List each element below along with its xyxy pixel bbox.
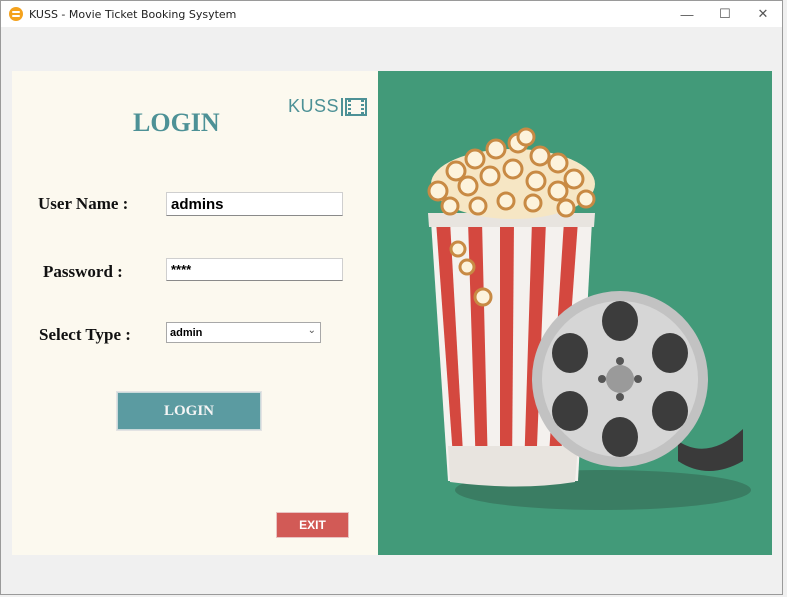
window-title: KUSS - Movie Ticket Booking Sysytem: [29, 7, 237, 21]
title-bar[interactable]: KUSS - Movie Ticket Booking Sysytem — ☐ …: [1, 1, 782, 27]
minimize-button[interactable]: —: [668, 1, 706, 27]
maximize-button[interactable]: ☐: [706, 1, 744, 27]
chevron-down-icon: ⌄: [307, 325, 316, 336]
username-input[interactable]: admins: [166, 192, 343, 216]
popcorn-film-illustration: [427, 127, 751, 510]
username-label: User Name :: [38, 194, 129, 213]
user-type-label: Select Type :: [39, 325, 131, 344]
film-icon: [345, 97, 368, 116]
password-label: Password :: [43, 262, 123, 281]
film-reel-icon: [532, 291, 743, 471]
main-content: LOGIN KUSS User Name : admins Password :…: [12, 71, 772, 555]
login-heading: LOGIN: [133, 108, 220, 137]
kuss-logo: KUSS: [288, 96, 368, 117]
app-icon: [9, 7, 23, 21]
password-input[interactable]: ****: [166, 258, 343, 281]
close-button[interactable]: ✕: [744, 1, 782, 27]
window-controls: — ☐ ✕: [668, 1, 782, 27]
user-type-select[interactable]: admin ⌄: [166, 322, 321, 343]
app-window: KUSS - Movie Ticket Booking Sysytem — ☐ …: [0, 0, 783, 595]
exit-button[interactable]: EXIT: [276, 512, 349, 538]
user-type-value: admin: [170, 326, 203, 339]
illustration-panel: [378, 71, 772, 555]
login-panel: LOGIN KUSS User Name : admins Password :…: [12, 71, 378, 555]
logo-text: KUSS: [288, 96, 340, 116]
logo-divider: [341, 97, 344, 116]
login-button[interactable]: LOGIN: [117, 392, 261, 430]
